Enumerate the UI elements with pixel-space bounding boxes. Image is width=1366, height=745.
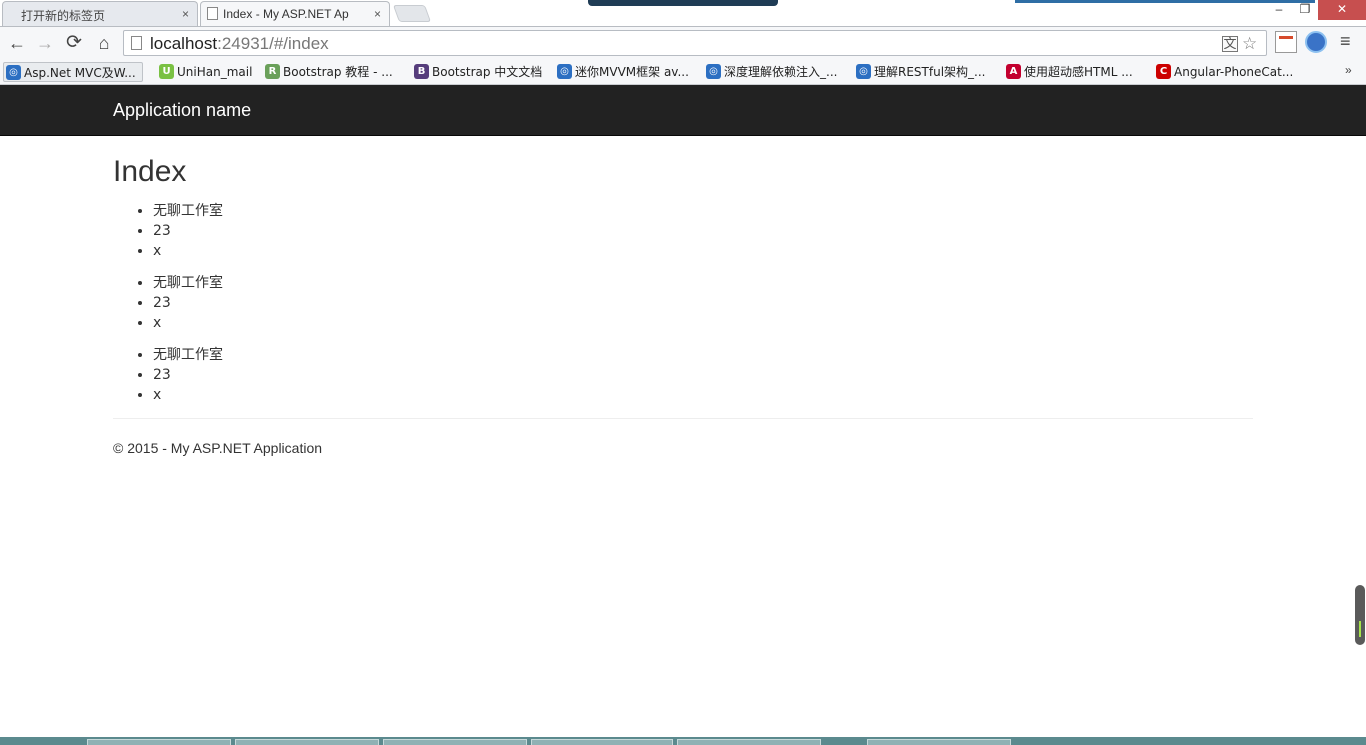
new-tab-button[interactable]: [392, 5, 432, 22]
bookmark-item[interactable]: C Angular-PhoneCat...: [1154, 62, 1293, 82]
list-item: 无聊工作室: [153, 344, 1253, 364]
extension-icon[interactable]: [1275, 31, 1297, 53]
menu-icon[interactable]: ≡: [1340, 31, 1351, 52]
bookmark-label: 迷你MVVM框架 av...: [575, 65, 689, 79]
url-host: localhost: [150, 34, 218, 53]
translate-icon[interactable]: 文: [1222, 36, 1238, 52]
list-item: x: [153, 384, 1253, 404]
main-content: Index 无聊工作室 23 x 无聊工作室 23 x 无聊工作室 23 x: [113, 136, 1253, 414]
tab-title: Index - My ASP.NET Ap: [223, 7, 349, 21]
site-navbar: Application name: [0, 85, 1366, 136]
bookmark-label: 深度理解依赖注入_...: [724, 65, 838, 79]
taskbar-button[interactable]: [87, 739, 231, 745]
tab-close-icon[interactable]: ×: [374, 7, 381, 21]
page-icon: [207, 7, 218, 20]
bootstrap-icon: B: [414, 64, 429, 79]
browser-toolbar: ← → ⟳ ⌂ localhost:24931/#/index 文 ☆ ≡: [0, 26, 1366, 59]
window-notch: [588, 0, 778, 6]
tab-new-tab[interactable]: 打开新的标签页 ×: [2, 1, 198, 26]
bookmark-label: 理解RESTful架构_...: [874, 65, 986, 79]
bookmarks-overflow-icon[interactable]: »: [1345, 63, 1352, 77]
footer-divider: [113, 418, 1253, 419]
url-path: :24931/#/index: [217, 34, 329, 53]
list-item: 23: [153, 292, 1253, 312]
c-icon: C: [1156, 64, 1171, 79]
page-title: Index: [113, 155, 187, 188]
bookmark-item[interactable]: B Bootstrap 中文文档: [412, 62, 542, 82]
bookmark-label: Bootstrap 教程 - ...: [283, 65, 393, 79]
list-item: x: [153, 312, 1253, 332]
taskbar-button[interactable]: [235, 739, 379, 745]
home-button[interactable]: ⌂: [93, 31, 115, 55]
unihan-icon: U: [159, 64, 174, 79]
reload-button[interactable]: ⟳: [63, 31, 85, 55]
taskbar-button[interactable]: [867, 739, 1011, 745]
brand-link[interactable]: Application name: [113, 100, 251, 121]
scroll-handle[interactable]: [1355, 585, 1365, 645]
bookmark-item[interactable]: ◎ Asp.Net MVC及W...: [3, 62, 143, 82]
item-list: 无聊工作室 23 x: [113, 272, 1253, 332]
list-item: x: [153, 240, 1253, 260]
minimize-button[interactable]: –: [1266, 0, 1292, 20]
globe-icon: ◎: [6, 65, 21, 80]
globe-icon: ◎: [557, 64, 572, 79]
item-list: 无聊工作室 23 x: [113, 344, 1253, 404]
angular-icon: A: [1006, 64, 1021, 79]
list-item: 无聊工作室: [153, 272, 1253, 292]
list-item: 无聊工作室: [153, 200, 1253, 220]
page-icon: [131, 36, 142, 50]
bookmark-item[interactable]: U UniHan_mail: [157, 62, 252, 82]
tab-close-icon[interactable]: ×: [182, 7, 189, 21]
bookmark-label: UniHan_mail: [177, 65, 253, 79]
tab-strip: 打开新的标签页 × Index - My ASP.NET Ap × – ❐ ✕: [0, 0, 1366, 26]
taskbar-button[interactable]: [383, 739, 527, 745]
item-list: 无聊工作室 23 x: [113, 200, 1253, 260]
bookmarks-bar: ◎ Asp.Net MVC及W... U UniHan_mail R Bootstrap …: [0, 59, 1366, 85]
extension-globe-icon[interactable]: [1305, 31, 1327, 53]
list-item: 23: [153, 220, 1253, 240]
tab-title: 打开新的标签页: [21, 9, 106, 23]
close-window-button[interactable]: ✕: [1318, 0, 1366, 20]
bookmark-item[interactable]: R Bootstrap 教程 - ...: [263, 62, 393, 82]
runoob-icon: R: [265, 64, 280, 79]
footer-text: © 2015 - My ASP.NET Application: [113, 440, 323, 456]
list-item: 23: [153, 364, 1253, 384]
maximize-button[interactable]: ❐: [1292, 0, 1318, 20]
forward-button[interactable]: →: [34, 31, 56, 55]
globe-icon: ◎: [706, 64, 721, 79]
bookmark-label: 使用超动感HTML ...: [1024, 65, 1133, 79]
bookmark-label: Bootstrap 中文文档: [432, 65, 543, 79]
taskbar-button[interactable]: [677, 739, 821, 745]
address-url[interactable]: localhost:24931/#/index: [150, 34, 329, 54]
bookmark-item[interactable]: ◎ 理解RESTful架构_...: [854, 62, 985, 82]
bookmark-item[interactable]: A 使用超动感HTML ...: [1004, 62, 1133, 82]
bookmark-item[interactable]: ◎ 迷你MVVM框架 av...: [555, 62, 689, 82]
bookmark-label: Angular-PhoneCat...: [1174, 65, 1294, 79]
back-button[interactable]: ←: [6, 31, 28, 55]
tab-index[interactable]: Index - My ASP.NET Ap ×: [200, 1, 390, 26]
bookmark-label: Asp.Net MVC及W...: [24, 66, 136, 80]
globe-icon: ◎: [856, 64, 871, 79]
address-bar[interactable]: localhost:24931/#/index 文 ☆: [123, 30, 1267, 56]
bookmark-star-icon[interactable]: ☆: [1242, 34, 1257, 54]
taskbar-button[interactable]: [531, 739, 673, 745]
bookmark-item[interactable]: ◎ 深度理解依赖注入_...: [704, 62, 837, 82]
